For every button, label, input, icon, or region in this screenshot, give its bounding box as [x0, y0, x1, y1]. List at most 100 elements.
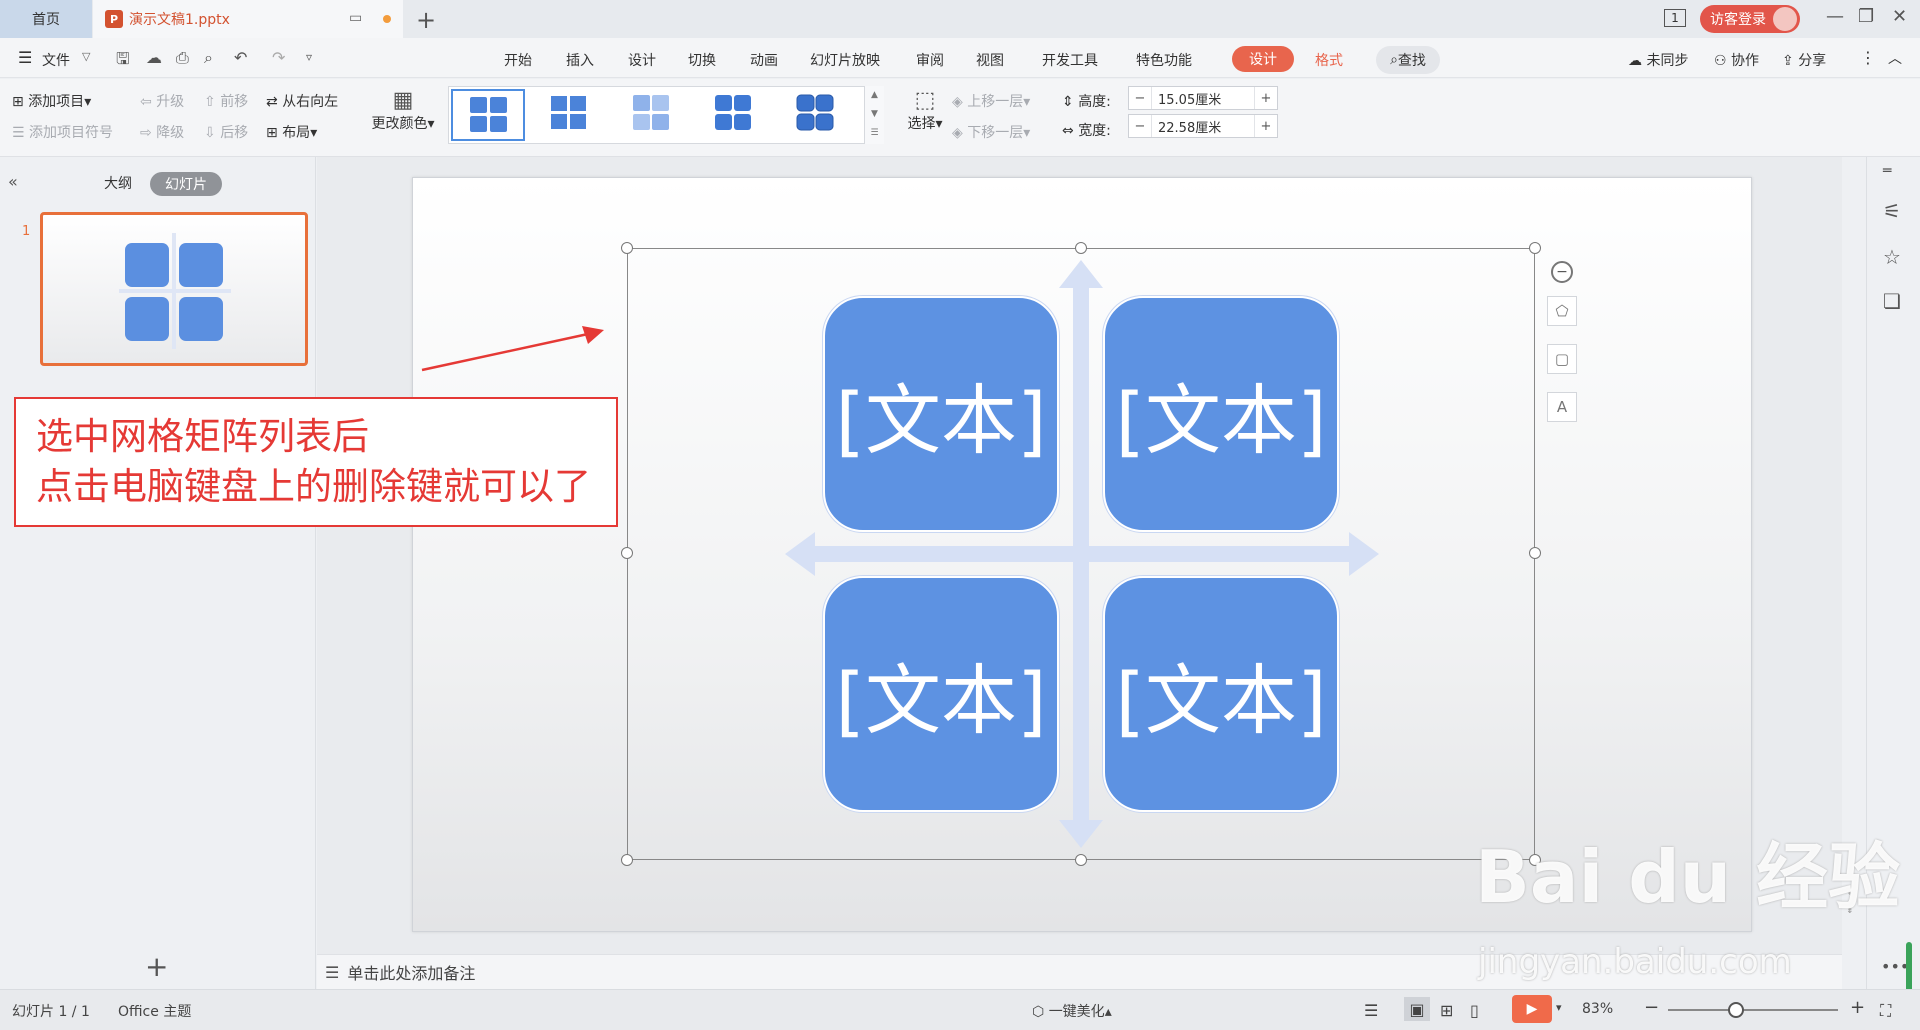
style-option-2[interactable]: [533, 89, 607, 141]
style-gallery[interactable]: [448, 86, 884, 144]
page-indicator[interactable]: 1: [1664, 9, 1686, 27]
minimize-icon[interactable]: —: [1826, 6, 1844, 27]
sync-button[interactable]: ☁ 未同步: [1628, 50, 1688, 70]
tab-document[interactable]: P 演示文稿1.pptx ▭: [93, 0, 403, 38]
monitor-icon[interactable]: ▭: [349, 10, 362, 26]
resize-handle[interactable]: [621, 547, 633, 559]
cloud-icon[interactable]: ☁: [146, 48, 162, 67]
play-options-icon[interactable]: ▾: [1556, 1001, 1562, 1014]
new-tab-button[interactable]: +: [416, 6, 436, 34]
move-down-layer-button[interactable]: ◈ 下移一层▾: [952, 122, 1030, 142]
menu-view[interactable]: 视图: [976, 50, 1004, 70]
zoom-slider-knob[interactable]: [1728, 1002, 1744, 1018]
smartart-cell-top-left[interactable]: [文本]: [823, 296, 1059, 532]
scroll-up-icon[interactable]: ▲: [865, 86, 884, 105]
normal-view-icon[interactable]: ▣: [1404, 997, 1430, 1021]
share-button[interactable]: ⇪ 分享: [1782, 50, 1826, 70]
scroll-down-icon[interactable]: ▼: [865, 105, 884, 124]
collapse-ribbon-icon[interactable]: ︿: [1888, 48, 1902, 68]
resize-handle[interactable]: [621, 854, 633, 866]
close-icon[interactable]: ✕: [1892, 6, 1907, 27]
copy-icon[interactable]: ❏: [1883, 289, 1901, 313]
menu-animation[interactable]: 动画: [750, 50, 778, 70]
style-option-1[interactable]: [451, 89, 525, 141]
login-button[interactable]: 访客登录: [1700, 5, 1800, 33]
search-button[interactable]: ⌕ 查找: [1376, 46, 1440, 74]
width-value[interactable]: 22.58厘米: [1151, 115, 1255, 137]
redo-icon[interactable]: ↷: [272, 48, 285, 67]
plus-icon[interactable]: +: [1255, 119, 1277, 134]
menu-design[interactable]: 设计: [628, 50, 656, 70]
customize-icon[interactable]: ▿: [306, 50, 312, 64]
smartart-cell-bottom-right[interactable]: [文本]: [1103, 576, 1339, 812]
menu-insert[interactable]: 插入: [566, 50, 594, 70]
collapse-tool-icon[interactable]: −: [1551, 261, 1573, 283]
hamburger-icon[interactable]: ☰: [18, 48, 32, 67]
beautify-button[interactable]: ⬡ 一键美化▴: [1032, 1001, 1112, 1021]
slide-thumbnail[interactable]: [40, 212, 308, 366]
restore-icon[interactable]: ❐: [1858, 6, 1874, 27]
zoom-level[interactable]: 83%: [1582, 1001, 1613, 1017]
change-color-button[interactable]: ▦ 更改颜色▾: [370, 88, 436, 133]
style-option-3[interactable]: [615, 89, 689, 141]
zoom-out-icon[interactable]: −: [1644, 997, 1659, 1018]
menu-file[interactable]: 文件: [42, 50, 70, 70]
move-forward-button[interactable]: ⇧ 前移: [204, 91, 248, 111]
collab-button[interactable]: ⚇ 协作: [1714, 50, 1759, 70]
more-icon[interactable]: ⋮: [1860, 48, 1876, 67]
outline-style-icon[interactable]: ▢: [1547, 344, 1577, 374]
tab-home[interactable]: 首页: [0, 0, 92, 38]
menu-start[interactable]: 开始: [504, 50, 532, 70]
resize-handle[interactable]: [1529, 242, 1541, 254]
tab-outline[interactable]: 大纲: [104, 173, 132, 193]
zoom-slider[interactable]: [1668, 1009, 1838, 1011]
menu-slideshow[interactable]: 幻灯片放映: [810, 50, 880, 70]
add-bullet-button[interactable]: ☰ 添加项目符号: [12, 122, 113, 142]
tab-slides[interactable]: 幻灯片: [150, 172, 222, 196]
zoom-in-icon[interactable]: +: [1850, 997, 1865, 1018]
minus-icon[interactable]: −: [1129, 119, 1151, 134]
smartart-selection-frame[interactable]: [621, 242, 1541, 866]
reading-view-icon[interactable]: ▯: [1470, 1001, 1479, 1020]
right-to-left-button[interactable]: ⇄ 从右向左: [266, 91, 338, 111]
resize-handle[interactable]: [1529, 547, 1541, 559]
resize-handle[interactable]: [1075, 854, 1087, 866]
resize-handle[interactable]: [1075, 242, 1087, 254]
menu-transition[interactable]: 切换: [688, 50, 716, 70]
menu-developer[interactable]: 开发工具: [1042, 50, 1098, 70]
star-icon[interactable]: ☆: [1883, 245, 1901, 269]
menu-format[interactable]: 格式: [1315, 50, 1343, 70]
collapse-panel-icon[interactable]: «: [8, 172, 18, 191]
print-icon[interactable]: ⎙: [176, 48, 189, 68]
save-icon[interactable]: 🖫: [116, 48, 130, 75]
plus-icon[interactable]: +: [1255, 91, 1277, 106]
smartart-cell-top-right[interactable]: [文本]: [1103, 296, 1339, 532]
expand-gallery-icon[interactable]: ☰: [865, 124, 884, 143]
height-stepper[interactable]: − 15.05厘米 +: [1128, 86, 1278, 110]
add-slide-button[interactable]: +: [145, 950, 168, 983]
height-value[interactable]: 15.05厘米: [1151, 87, 1255, 109]
move-backward-button[interactable]: ⇩ 后移: [204, 122, 248, 142]
preview-icon[interactable]: ⌕: [204, 48, 213, 68]
select-button[interactable]: ⬚ 选择▾: [900, 88, 950, 133]
menu-review[interactable]: 审阅: [916, 50, 944, 70]
gallery-scroll[interactable]: ▲ ▼ ☰: [864, 86, 884, 144]
promote-button[interactable]: ⇦ 升级: [140, 91, 184, 111]
menu-features[interactable]: 特色功能: [1136, 50, 1192, 70]
undo-icon[interactable]: ↶: [234, 48, 247, 67]
add-item-button[interactable]: ⊞ 添加项目▾: [12, 91, 91, 111]
theme-name[interactable]: Office 主题: [118, 1001, 191, 1021]
minus-icon[interactable]: −: [1129, 91, 1151, 106]
move-up-layer-button[interactable]: ◈ 上移一层▾: [952, 91, 1030, 111]
smartart-cell-bottom-left[interactable]: [文本]: [823, 576, 1059, 812]
style-option-4[interactable]: [697, 89, 771, 141]
resize-handle[interactable]: [621, 242, 633, 254]
properties-icon[interactable]: ⚟: [1883, 199, 1901, 223]
style-option-5[interactable]: [779, 89, 853, 141]
text-style-icon[interactable]: A: [1547, 392, 1577, 422]
layout-button[interactable]: ⊞ 布局▾: [266, 122, 317, 142]
width-stepper[interactable]: − 22.58厘米 +: [1128, 114, 1278, 138]
chevron-down-icon[interactable]: ▽: [82, 50, 90, 63]
fit-window-icon[interactable]: ⛶: [1880, 1001, 1891, 1021]
shape-style-icon[interactable]: ⬠: [1547, 296, 1577, 326]
